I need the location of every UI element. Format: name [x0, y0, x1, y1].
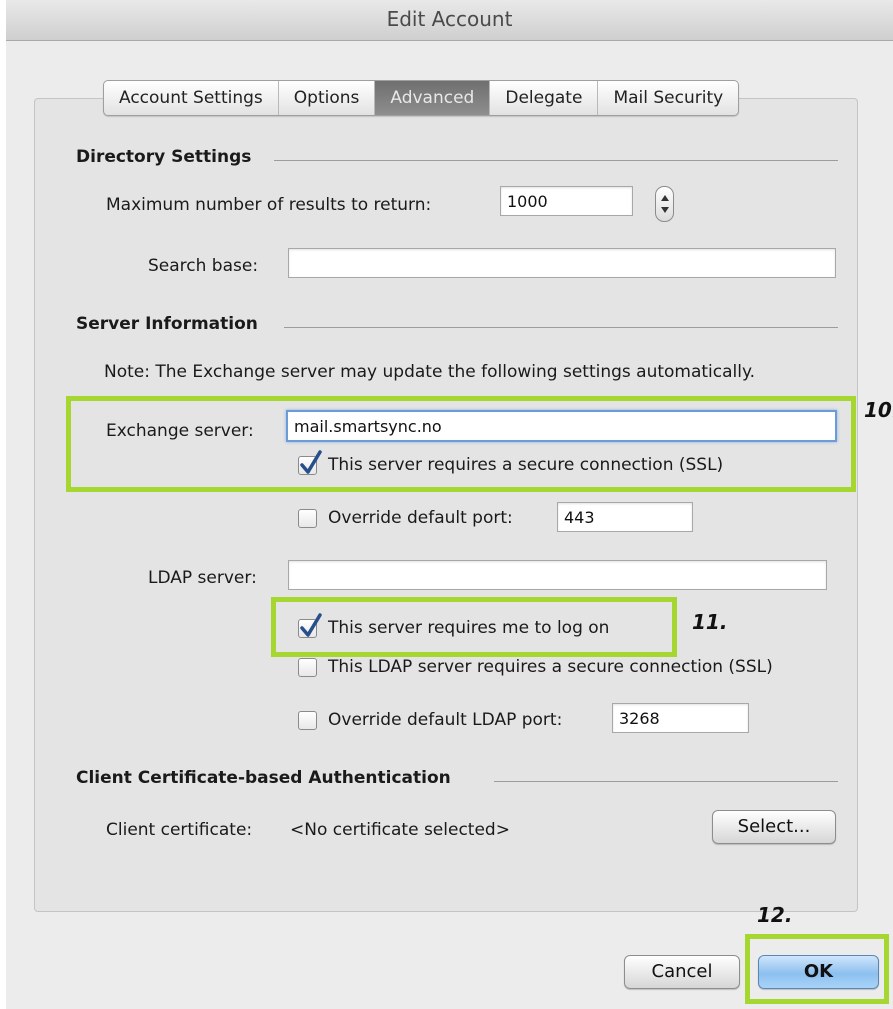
- cert-heading: Client Certificate-based Authentication: [76, 768, 451, 788]
- override-ldap-port-label: Override default LDAP port:: [328, 710, 563, 730]
- client-certificate-label: Client certificate:: [106, 820, 253, 840]
- max-results-input[interactable]: [500, 186, 633, 216]
- ldap-ssl-label: This LDAP server requires a secure conne…: [328, 657, 773, 677]
- select-certificate-button[interactable]: Select...: [712, 810, 836, 844]
- port-input[interactable]: [557, 502, 693, 532]
- advanced-pane: [34, 98, 858, 912]
- server-divider: [284, 327, 838, 328]
- tab-delegate[interactable]: Delegate: [490, 81, 599, 115]
- search-base-input[interactable]: [288, 248, 836, 278]
- search-base-label: Search base:: [148, 256, 259, 276]
- cancel-button[interactable]: Cancel: [624, 955, 740, 989]
- step-11-label: 11.: [692, 610, 728, 634]
- step-12-label: 12.: [757, 903, 793, 927]
- server-note: Note: The Exchange server may update the…: [104, 362, 756, 382]
- window-title: Edit Account: [6, 0, 893, 41]
- tab-options[interactable]: Options: [279, 81, 376, 115]
- directory-settings-heading: Directory Settings: [76, 147, 252, 167]
- tab-account-settings[interactable]: Account Settings: [104, 81, 279, 115]
- highlight-box-ok: [745, 934, 889, 1004]
- highlight-box-logon: [271, 597, 677, 657]
- override-port-checkbox[interactable]: [298, 509, 317, 528]
- client-certificate-value: <No certificate selected>: [290, 820, 510, 840]
- server-information-heading: Server Information: [76, 314, 258, 334]
- ldap-port-input[interactable]: [612, 703, 749, 733]
- ldap-server-label: LDAP server:: [148, 568, 257, 588]
- tab-advanced[interactable]: Advanced: [375, 81, 491, 115]
- ldap-server-input[interactable]: [288, 560, 827, 590]
- override-port-label: Override default port:: [328, 508, 513, 528]
- override-ldap-port-checkbox[interactable]: [298, 711, 317, 730]
- tab-bar: Account Settings Options Advanced Delega…: [103, 80, 740, 116]
- max-results-label: Maximum number of results to return:: [106, 195, 432, 215]
- step-10-label: 10.: [864, 398, 893, 422]
- max-results-stepper[interactable]: [655, 186, 674, 222]
- directory-divider: [274, 160, 838, 161]
- highlight-box-exchange: [66, 396, 856, 492]
- tab-mail-security[interactable]: Mail Security: [598, 81, 738, 115]
- ldap-ssl-checkbox[interactable]: [298, 658, 317, 677]
- cert-divider: [494, 781, 838, 782]
- stepper-arrows-icon: [661, 195, 669, 213]
